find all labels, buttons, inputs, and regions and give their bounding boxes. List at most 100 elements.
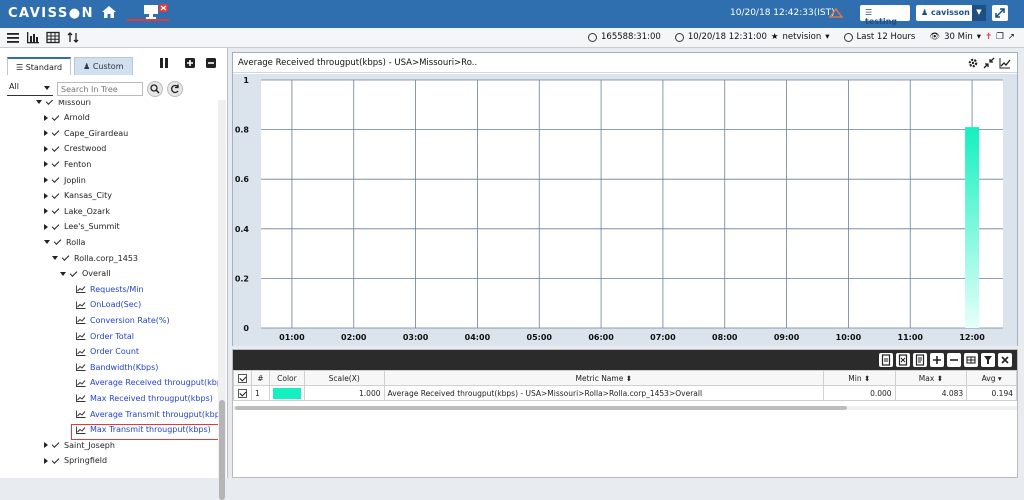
monitor-icon[interactable] (140, 3, 174, 20)
tree-node[interactable]: Overall (60, 267, 111, 281)
pin-icon[interactable]: ✝ (985, 32, 992, 42)
fullscreen-button[interactable] (992, 5, 1008, 21)
sort-icon[interactable] (66, 31, 80, 44)
minus-square-icon[interactable] (206, 58, 216, 68)
line-chart-icon[interactable] (999, 57, 1011, 69)
select-all-header[interactable] (233, 370, 252, 386)
tree-metric-item[interactable]: Average Received througput(kbps) (76, 376, 218, 390)
caret-right-icon[interactable] (44, 177, 48, 183)
columns-icon[interactable] (964, 353, 978, 367)
remove-icon[interactable] (947, 353, 961, 367)
gear-icon[interactable] (967, 57, 979, 69)
tree-scrollbar[interactable] (218, 100, 226, 500)
grid-horizontal-scrollbar[interactable] (233, 406, 1017, 410)
close-icon[interactable] (998, 353, 1012, 367)
row-select-cell[interactable] (233, 385, 252, 401)
tree-metric-item[interactable]: Order Count (76, 345, 139, 359)
tree-metric-item[interactable]: Average Transmit througput(kbps) (76, 407, 218, 421)
row-color-cell[interactable] (268, 385, 305, 401)
color-swatch[interactable] (272, 387, 301, 399)
search-button[interactable] (147, 81, 163, 97)
tab-custom[interactable]: ♟ Custom (74, 57, 133, 75)
tree-node[interactable]: Lake_Ozark (44, 204, 110, 218)
duration-select[interactable]: Last 12 Hours (857, 32, 916, 42)
external-link-icon[interactable]: ↗ (1008, 32, 1015, 42)
caret-down-icon[interactable] (60, 271, 66, 276)
caret-right-icon[interactable] (44, 223, 48, 230)
tree-node[interactable]: Rolla (44, 235, 85, 249)
table-icon[interactable] (46, 31, 60, 44)
column-header-num[interactable]: # (250, 370, 270, 386)
caret-down-icon[interactable] (44, 240, 50, 245)
add-icon[interactable] (930, 353, 944, 367)
refresh-button[interactable] (167, 81, 183, 97)
chevron-down-icon[interactable]: ▾ (977, 32, 981, 42)
check-icon (61, 253, 70, 261)
column-header-metric-name[interactable]: Metric Name ⬍ (383, 370, 825, 386)
caret-right-icon[interactable] (44, 208, 48, 215)
check-icon (51, 455, 60, 464)
alert-icon[interactable] (828, 7, 844, 19)
tree-node-label: Average Transmit througput(kbps) (90, 409, 218, 419)
scrollbar-thumb[interactable] (235, 406, 847, 410)
tree-metric-item[interactable]: OnLoad(Sec) (76, 298, 141, 312)
tree-metric-item[interactable]: Requests/Min (76, 282, 144, 296)
filter-select[interactable]: All (7, 82, 53, 96)
caret-right-icon[interactable] (44, 192, 48, 199)
collapse-icon[interactable] (983, 57, 995, 69)
home-icon[interactable] (101, 5, 117, 19)
testing-button[interactable]: ☰ testing (860, 5, 910, 26)
chevron-down-icon[interactable]: ▾ (825, 32, 829, 42)
column-header-min[interactable]: Min ⬍ (823, 370, 896, 386)
restore-icon[interactable]: ❐ (996, 32, 1004, 42)
tab-standard[interactable]: ☰ Standard (7, 57, 72, 75)
search-input[interactable] (57, 82, 143, 96)
select-all-checkbox[interactable] (237, 373, 247, 383)
caret-right-icon[interactable] (44, 442, 48, 449)
tree-metric-item[interactable]: Order Total (76, 329, 134, 343)
table-row[interactable]: 1 1.000 Average Received througput(kbps)… (233, 385, 1017, 401)
tree-node[interactable]: Fenton (44, 157, 91, 171)
row-checkbox[interactable] (237, 388, 247, 398)
view-interval-select[interactable]: 30 Min (944, 32, 973, 42)
tree-node[interactable]: Saint_Joseph (44, 438, 115, 452)
plus-square-icon[interactable] (185, 58, 195, 68)
chevron-down-icon[interactable]: ▼ (972, 5, 986, 21)
tree-metric-item[interactable]: Bandwidth(Kbps) (76, 360, 158, 374)
excel-export-icon[interactable] (896, 353, 910, 367)
tree-node[interactable]: Cape_Girardeau (44, 126, 128, 140)
column-header-avg[interactable]: Avg ▾ (966, 370, 1017, 386)
tree-node[interactable]: Missouri (36, 100, 91, 109)
tree-node[interactable]: Joplin (44, 173, 86, 187)
caret-down-icon[interactable] (36, 100, 42, 104)
x-tick-label: 01:00 (279, 333, 305, 342)
word-export-icon[interactable] (913, 353, 927, 367)
tree-node[interactable]: Rolla.corp_1453 (52, 251, 138, 265)
pause-icon[interactable] (159, 58, 169, 68)
caret-right-icon[interactable] (44, 457, 48, 464)
column-header-max[interactable]: Max ⬍ (894, 370, 968, 386)
tree-metric-item[interactable]: Max Received througput(kbps) (76, 391, 213, 405)
tree-node[interactable]: Arnold (44, 111, 90, 125)
menu-icon[interactable] (6, 31, 20, 44)
tree-node[interactable]: Kansas_City (44, 189, 112, 203)
caret-right-icon[interactable] (44, 145, 48, 152)
caret-right-icon[interactable] (44, 114, 48, 121)
tree-node[interactable]: Crestwood (44, 142, 106, 156)
filter-icon[interactable] (981, 353, 995, 367)
tree-node-label: Missouri (58, 100, 91, 107)
column-header-scale[interactable]: Scale(X) (303, 370, 385, 386)
bar-chart-icon[interactable] (26, 31, 40, 44)
tree-metric-item[interactable]: Conversion Rate(%) (76, 313, 170, 327)
tree-node[interactable]: Springfield (44, 454, 107, 468)
column-header-color[interactable]: Color (268, 370, 305, 386)
x-tick-label: 06:00 (588, 333, 614, 342)
user-menu-button[interactable]: ♟ cavisson ▼ (916, 5, 986, 21)
caret-right-icon[interactable] (44, 161, 48, 168)
caret-down-icon[interactable] (52, 256, 58, 260)
pdf-export-icon[interactable] (879, 353, 893, 367)
tree-node[interactable]: Lee's_Summit (44, 220, 120, 234)
profile-select[interactable]: netvision (783, 32, 822, 42)
caret-right-icon[interactable] (44, 130, 48, 137)
scrollbar-thumb[interactable] (219, 400, 225, 500)
